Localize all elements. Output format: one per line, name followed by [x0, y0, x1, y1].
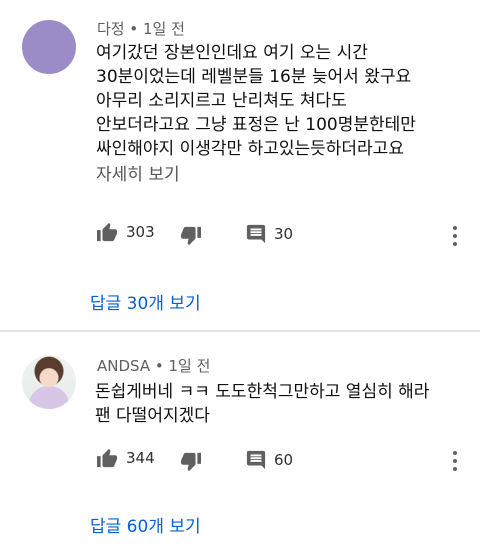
more-options-button[interactable] — [448, 224, 462, 248]
like-button[interactable]: 303 — [96, 222, 155, 242]
comment-line: 팬 다떨어지겠다 — [95, 406, 210, 426]
meta-separator: • — [124, 20, 143, 38]
comment-time: 1일 전 — [143, 20, 185, 38]
more-vert-icon — [453, 242, 457, 246]
read-more-link[interactable]: 자세히 보기 — [96, 160, 180, 185]
avatar[interactable] — [22, 20, 76, 74]
comment-meta: 다정 • 1일 전 — [97, 18, 185, 39]
reply-button[interactable]: 30 — [246, 224, 293, 244]
more-vert-icon — [453, 467, 457, 471]
comment-time: 1일 전 — [168, 357, 211, 375]
comment-line: 30분이었는데 레벨분들 16분 늦어서 왔구요 — [96, 67, 412, 87]
reply-count: 30 — [274, 225, 294, 243]
comment-author[interactable]: ANDSA — [97, 357, 150, 375]
reply-button[interactable]: 60 — [246, 450, 293, 470]
more-options-button[interactable] — [448, 449, 462, 473]
comment-line: 안보더라고요 그냥 표정은 난 100명분한테만 — [96, 115, 416, 135]
dislike-button[interactable] — [180, 452, 202, 472]
more-vert-icon — [453, 226, 457, 230]
comment-author[interactable]: 다정 — [97, 20, 125, 38]
comment-icon — [246, 450, 266, 470]
more-vert-icon — [453, 459, 457, 463]
comment-text: 돈쉽게버네 ㅋㅋ 도도한척그만하고 열심히 해라 팬 다떨어지겠다 — [95, 380, 429, 428]
reply-count: 60 — [274, 451, 294, 469]
comment-text: 여기갔던 장본인인데요 여기 오는 시간 30분이었는데 레벨분들 16분 늦어… — [96, 41, 416, 161]
like-count: 344 — [126, 449, 155, 467]
comment-meta: ANDSA • 1일 전 — [97, 355, 210, 376]
more-vert-icon — [453, 234, 457, 238]
comment-line: 돈쉽게버네 ㅋㅋ 도도한척그만하고 열심히 해라 — [95, 382, 430, 402]
thumbs-up-icon — [96, 448, 118, 468]
more-vert-icon — [453, 451, 457, 455]
like-button[interactable]: 344 — [96, 448, 155, 468]
thumbs-down-icon — [180, 452, 202, 472]
comment-icon — [246, 224, 266, 244]
comment-line: 아무리 소리지르고 난리쳐도 쳐다도 — [96, 91, 347, 111]
thumbs-down-icon — [180, 226, 202, 246]
dislike-button[interactable] — [180, 226, 202, 246]
view-replies-link[interactable]: 답글 30개 보기 — [90, 289, 201, 314]
like-count: 303 — [126, 223, 155, 241]
thumbs-up-icon — [96, 222, 118, 242]
comment-line: 싸인해야지 이생각만 하고있는듯하더라고요 — [96, 139, 404, 159]
comment-item: 다정 • 1일 전 여기갔던 장본인인데요 여기 오는 시간 30분이었는데 레… — [0, 0, 480, 330]
avatar[interactable] — [22, 355, 76, 409]
comment-item: ANDSA • 1일 전 돈쉽게버네 ㅋㅋ 도도한척그만하고 열심히 해라 팬 … — [0, 333, 480, 547]
divider — [0, 330, 480, 332]
meta-separator: • — [150, 357, 169, 375]
view-replies-link[interactable]: 답글 60개 보기 — [90, 512, 201, 537]
comment-line: 여기갔던 장본인인데요 여기 오는 시간 — [96, 43, 368, 63]
